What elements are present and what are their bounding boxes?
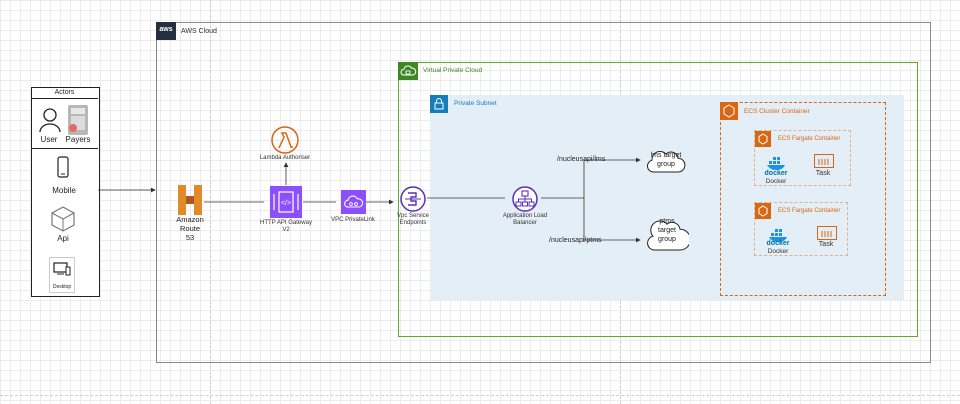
ptms-target-group-label-line2: target — [658, 227, 676, 234]
connectors — [98, 157, 641, 243]
lms-target-group-label-line1: lms target — [650, 152, 682, 159]
api-gateway-label-line2: V2 — [282, 227, 290, 233]
route53-label-line3: 53 — [185, 233, 195, 242]
route-label-ptms: /nucleusapi/ptms — [549, 237, 602, 244]
load-balancer-label-line2: Balancer — [513, 220, 537, 226]
ptms-target-group-label-line3: group — [658, 236, 676, 243]
route53-label-line1: Amazon — [176, 215, 204, 224]
svg-text:</>: </> — [281, 200, 291, 207]
route53-label-line2: Route — [179, 224, 200, 233]
privatelink-icon[interactable] — [341, 190, 366, 214]
lambda-label: Lambda Authoriser — [259, 155, 311, 161]
api-gateway-icon[interactable]: </> — [270, 186, 302, 218]
ptms-target-group-label-line1: ptms — [659, 218, 675, 225]
privatelink-label: VPC PrivateLink — [331, 217, 375, 223]
vpc-endpoint-label-line2: Endpoints — [399, 220, 427, 226]
route-label-lms: /nucleusapi/lms — [557, 156, 606, 163]
lms-target-group-label-line2: group — [657, 161, 675, 168]
